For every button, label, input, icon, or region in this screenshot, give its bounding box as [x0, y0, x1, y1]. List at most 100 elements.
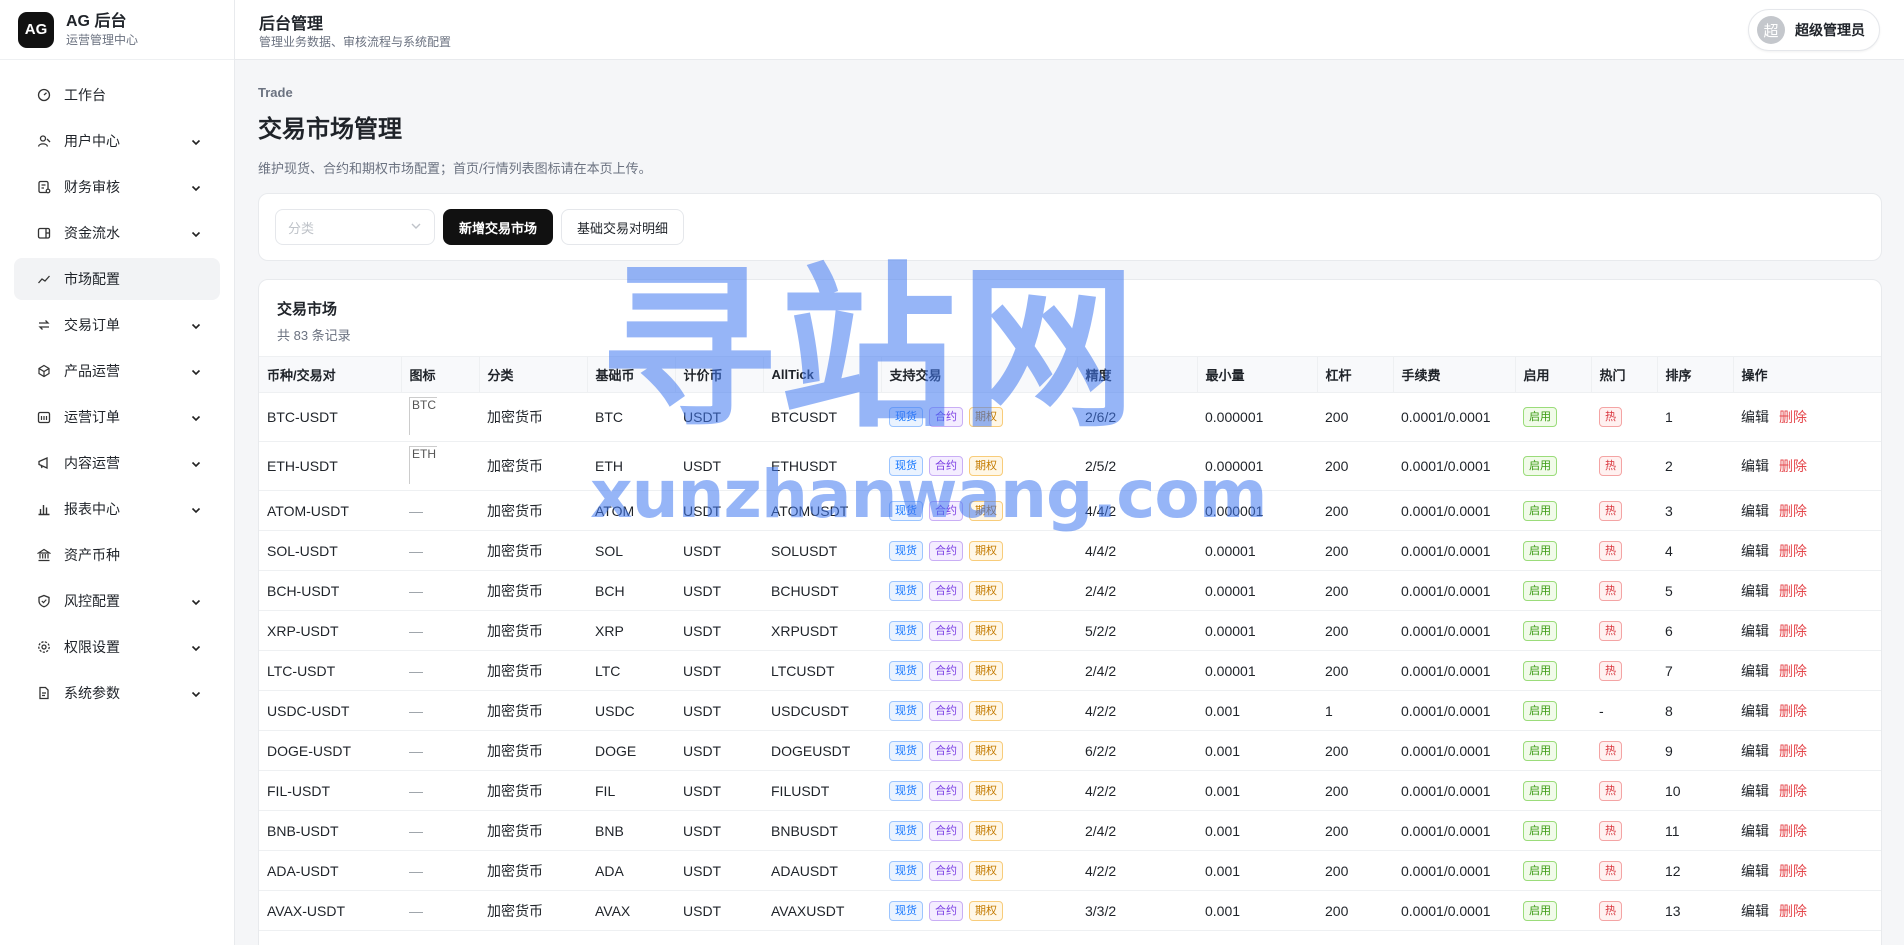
hot-badge: 热 — [1599, 780, 1622, 801]
swap-tag: 合约 — [929, 900, 963, 921]
empty-icon-placeholder: — — [409, 902, 423, 919]
quote-coin: USDT — [683, 409, 722, 425]
edit-button[interactable]: 编辑 — [1741, 863, 1769, 879]
edit-button[interactable]: 编辑 — [1741, 823, 1769, 839]
sort-order: 11 — [1665, 822, 1680, 839]
delete-button[interactable]: 删除 — [1779, 503, 1807, 519]
sidebar-item-5[interactable]: 交易订单 — [14, 304, 220, 346]
delete-button[interactable]: 删除 — [1779, 823, 1807, 839]
chevron-down-icon[interactable] — [190, 595, 202, 607]
chevron-down-icon[interactable] — [190, 503, 202, 515]
delete-button[interactable]: 删除 — [1779, 623, 1807, 639]
edit-button[interactable]: 编辑 — [1741, 503, 1769, 519]
sidebar-item-10[interactable]: 资产币种 — [14, 534, 220, 576]
delete-button[interactable]: 删除 — [1779, 458, 1807, 474]
sidebar-item-label: 工作台 — [64, 87, 106, 103]
add-market-button[interactable]: 新增交易市场 — [443, 209, 554, 245]
sidebar-item-11[interactable]: 风控配置 — [14, 580, 220, 622]
sidebar-item-9[interactable]: 报表中心 — [14, 488, 220, 530]
quote-coin: USDT — [683, 782, 722, 799]
alltick-symbol: DOGEUSDT — [771, 742, 851, 759]
option-tag: 期权 — [969, 500, 1003, 521]
sidebar-item-8[interactable]: 内容运营 — [14, 442, 220, 484]
sidebar-item-12[interactable]: 权限设置 — [14, 626, 220, 668]
edit-button[interactable]: 编辑 — [1741, 783, 1769, 799]
sidebar-item-4[interactable]: 市场配置 — [14, 258, 220, 300]
edit-button[interactable]: 编辑 — [1741, 903, 1769, 919]
leverage: 200 — [1325, 409, 1349, 425]
chevron-down-icon[interactable] — [190, 365, 202, 377]
delete-button[interactable]: 删除 — [1779, 783, 1807, 799]
edit-button[interactable]: 编辑 — [1741, 543, 1769, 559]
option-tag: 期权 — [969, 700, 1003, 721]
edit-button[interactable]: 编辑 — [1741, 583, 1769, 599]
delete-button[interactable]: 删除 — [1779, 543, 1807, 559]
topbar-title: 后台管理 — [259, 16, 324, 33]
chevron-down-icon[interactable] — [190, 135, 202, 147]
column-header: 操作 — [1733, 356, 1881, 393]
chevron-down-icon[interactable] — [190, 641, 202, 653]
edit-button[interactable]: 编辑 — [1741, 663, 1769, 679]
brand: AG AG 后台 运营管理中心 — [0, 0, 234, 60]
option-tag: 期权 — [969, 540, 1003, 561]
sidebar-item-7[interactable]: 运营订单 — [14, 396, 220, 438]
delete-button[interactable]: 删除 — [1779, 663, 1807, 679]
user-menu-button[interactable]: 超 超级管理员 — [1748, 9, 1880, 51]
table-row: ATOM-USDT — 加密货币 ATOM USDT ATOMUSDT 现货 合约 期权 4/4/… — [259, 490, 1881, 531]
table-title: 交易市场 — [277, 301, 338, 318]
precision: 4/2/2 — [1085, 782, 1117, 799]
sort-order: 1 — [1665, 409, 1673, 425]
pair-name: SOL-USDT — [267, 542, 338, 559]
delete-button[interactable]: 删除 — [1779, 903, 1807, 919]
empty-icon-placeholder: — — [409, 702, 423, 719]
alltick-symbol: ETHUSDT — [771, 458, 838, 474]
alltick-symbol: BCHUSDT — [771, 582, 839, 599]
delete-button[interactable]: 删除 — [1779, 409, 1807, 425]
chevron-down-icon[interactable] — [190, 457, 202, 469]
column-header: 精度 — [1077, 356, 1198, 393]
sidebar-item-1[interactable]: 用户中心 — [14, 120, 220, 162]
chevron-down-icon[interactable] — [190, 411, 202, 423]
quote-coin: USDT — [683, 662, 722, 679]
edit-button[interactable]: 编辑 — [1741, 623, 1769, 639]
quote-coin: USDT — [683, 622, 722, 639]
sidebar-item-2[interactable]: 财务审核 — [14, 166, 220, 208]
chevron-down-icon[interactable] — [190, 227, 202, 239]
table-row: BNB-USDT — 加密货币 BNB USDT BNBUSDT 现货 合约 期权 2/4/2 0.… — [259, 810, 1881, 851]
table-row: SOL-USDT — 加密货币 SOL USDT SOLUSDT 现货 合约 期权 4/4/2 0.… — [259, 530, 1881, 571]
precision: 5/2/2 — [1085, 622, 1117, 639]
edit-button[interactable]: 编辑 — [1741, 743, 1769, 759]
table-row: ETH-USDT ETH 加密货币 ETH USDT ETHUSDT 现货 合约 期权 2/5/2… — [259, 441, 1881, 491]
delete-button[interactable]: 删除 — [1779, 703, 1807, 719]
edit-button[interactable]: 编辑 — [1741, 703, 1769, 719]
category: 加密货币 — [487, 902, 543, 919]
sidebar-item-6[interactable]: 产品运营 — [14, 350, 220, 392]
chevron-down-icon[interactable] — [190, 319, 202, 331]
not-hot-text: - — [1599, 702, 1604, 719]
table-row: ADA-USDT — 加密货币 ADA USDT ADAUSDT 现货 合约 期权 4/2/2 0.… — [259, 850, 1881, 891]
delete-button[interactable]: 删除 — [1779, 583, 1807, 599]
swap-icon — [36, 317, 52, 333]
hot-badge: 热 — [1599, 500, 1622, 521]
sidebar-item-13[interactable]: 系统参数 — [14, 672, 220, 714]
hot-badge: 热 — [1599, 540, 1622, 561]
delete-button[interactable]: 删除 — [1779, 863, 1807, 879]
sort-order: 7 — [1665, 662, 1673, 679]
min-qty: 0.00001 — [1205, 622, 1256, 639]
precision: 2/4/2 — [1085, 582, 1117, 599]
record-count: 共 83 条记录 — [277, 328, 351, 343]
base-pair-detail-button[interactable]: 基础交易对明细 — [561, 209, 685, 245]
sidebar-item-0[interactable]: 工作台 — [14, 74, 220, 116]
category-select[interactable]: 分类 — [275, 209, 435, 245]
edit-button[interactable]: 编辑 — [1741, 458, 1769, 474]
leverage: 200 — [1325, 622, 1349, 639]
shield-icon — [36, 593, 52, 609]
hot-badge: 热 — [1599, 620, 1622, 641]
delete-button[interactable]: 删除 — [1779, 743, 1807, 759]
table-row: BCH-USDT — 加密货币 BCH USDT BCHUSDT 现货 合约 期权 2/4/2 0.… — [259, 570, 1881, 611]
sidebar-item-3[interactable]: 资金流水 — [14, 212, 220, 254]
chevron-down-icon[interactable] — [190, 181, 202, 193]
edit-button[interactable]: 编辑 — [1741, 409, 1769, 425]
chevron-down-icon[interactable] — [190, 687, 202, 699]
sidebar-item-label: 产品运营 — [64, 363, 120, 379]
